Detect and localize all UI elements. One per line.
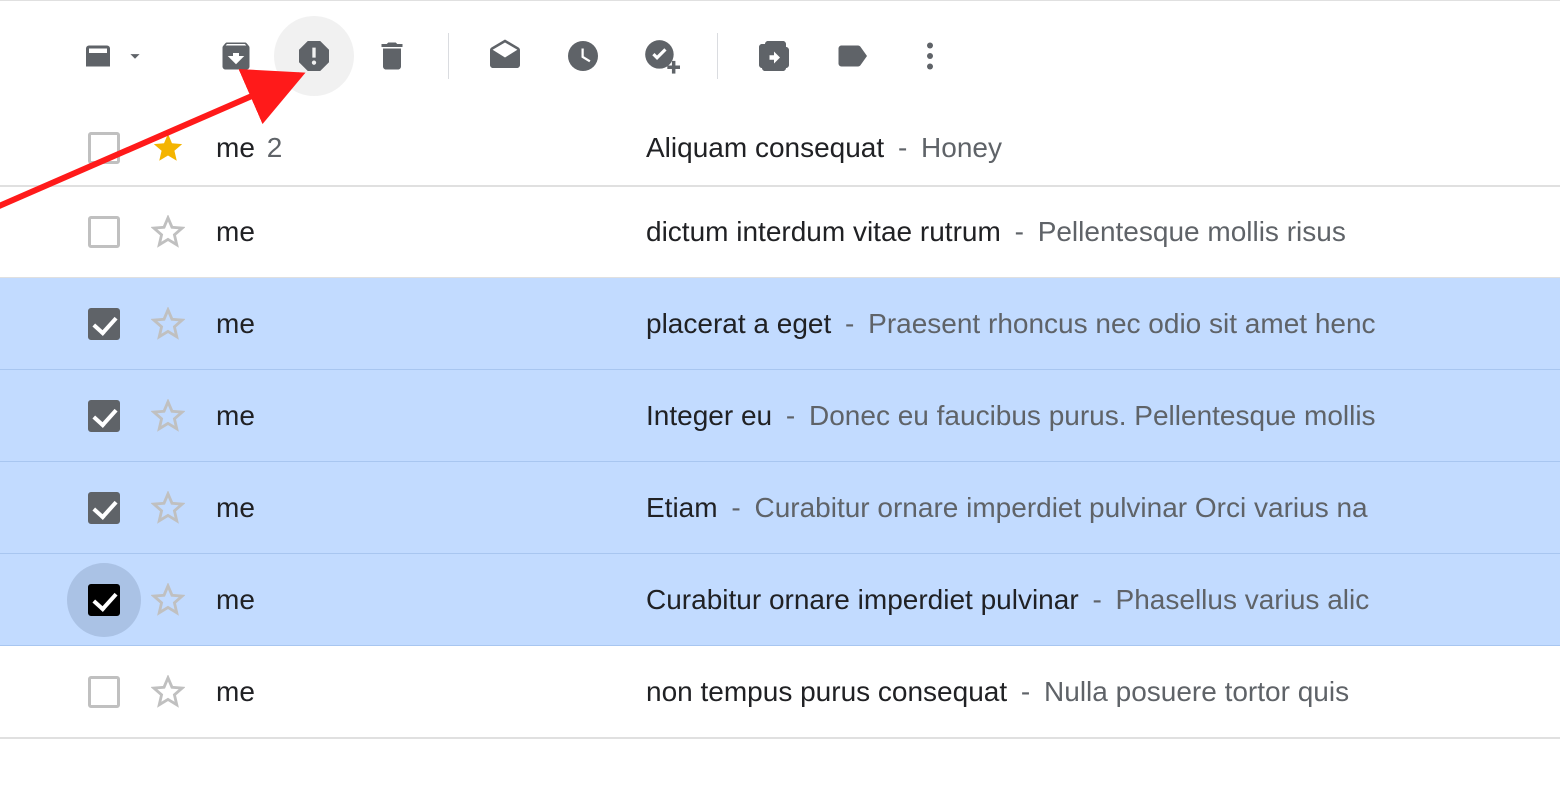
subject-separator: - bbox=[898, 132, 907, 163]
sender: me bbox=[216, 492, 646, 524]
move-to-icon bbox=[756, 38, 792, 74]
sender: me bbox=[216, 216, 646, 248]
thread-count: 2 bbox=[267, 132, 283, 163]
sender-name: me bbox=[216, 216, 255, 247]
bottom-spacer bbox=[0, 738, 1560, 808]
subject-text: non tempus purus consequat bbox=[646, 676, 1007, 707]
snippet-text: Phasellus varius alic bbox=[1116, 584, 1370, 615]
snippet-text: Nulla posuere tortor quis bbox=[1044, 676, 1349, 707]
email-row[interactable]: me non tempus purus consequat - Nulla pos… bbox=[0, 646, 1560, 738]
sender: me bbox=[216, 676, 646, 708]
snippet-text: Curabitur ornare imperdiet pulvinar Orci… bbox=[754, 492, 1367, 523]
mark-as-read-button[interactable] bbox=[475, 26, 535, 86]
star-icon[interactable] bbox=[146, 675, 190, 709]
delete-button[interactable] bbox=[362, 26, 422, 86]
label-icon bbox=[834, 38, 870, 74]
row-checkbox[interactable] bbox=[82, 486, 126, 530]
sender: me 2 bbox=[216, 132, 646, 164]
subject-separator: - bbox=[1015, 216, 1024, 247]
subject-separator: - bbox=[1021, 676, 1030, 707]
more-icon bbox=[912, 38, 948, 74]
subject-line: placerat a eget - Praesent rhoncus nec o… bbox=[646, 308, 1376, 340]
sender-name: me bbox=[216, 400, 255, 431]
sender-name: me bbox=[216, 492, 255, 523]
toolbar bbox=[0, 0, 1560, 110]
star-icon[interactable] bbox=[146, 215, 190, 249]
row-checkbox[interactable] bbox=[82, 670, 126, 714]
sender-name: me bbox=[216, 132, 255, 163]
subject-separator: - bbox=[786, 400, 795, 431]
sender-name: me bbox=[216, 308, 255, 339]
add-task-icon bbox=[642, 37, 680, 75]
subject-text: Integer eu bbox=[646, 400, 772, 431]
delete-icon bbox=[374, 38, 410, 74]
snooze-icon bbox=[565, 38, 601, 74]
toolbar-divider bbox=[448, 33, 449, 79]
row-checkbox[interactable] bbox=[82, 210, 126, 254]
add-to-tasks-button[interactable] bbox=[631, 26, 691, 86]
subject-text: Curabitur ornare imperdiet pulvinar bbox=[646, 584, 1079, 615]
subject-text: placerat a eget bbox=[646, 308, 831, 339]
subject-line: non tempus purus consequat - Nulla posue… bbox=[646, 676, 1349, 708]
archive-button[interactable] bbox=[206, 26, 266, 86]
snooze-button[interactable] bbox=[553, 26, 613, 86]
star-icon[interactable] bbox=[146, 131, 190, 165]
report-spam-icon bbox=[294, 36, 334, 76]
sender: me bbox=[216, 584, 646, 616]
subject-separator: - bbox=[731, 492, 740, 523]
star-icon[interactable] bbox=[146, 583, 190, 617]
row-checkbox[interactable] bbox=[82, 302, 126, 346]
subject-text: Aliquam consequat bbox=[646, 132, 884, 163]
dropdown-icon bbox=[124, 45, 146, 67]
sender: me bbox=[216, 400, 646, 432]
snippet-text: Honey bbox=[921, 132, 1002, 163]
email-row[interactable]: me Etiam - Curabitur ornare imperdiet pul… bbox=[0, 462, 1560, 554]
subject-separator: - bbox=[845, 308, 854, 339]
more-button[interactable] bbox=[900, 26, 960, 86]
subject-text: dictum interdum vitae rutrum bbox=[646, 216, 1001, 247]
snippet-text: Pellentesque mollis risus bbox=[1038, 216, 1346, 247]
email-row[interactable]: me dictum interdum vitae rutrum - Pellent… bbox=[0, 186, 1560, 278]
select-all-dropdown[interactable] bbox=[80, 38, 146, 74]
mark-read-icon bbox=[487, 38, 523, 74]
row-checkbox[interactable] bbox=[82, 126, 126, 170]
subject-line: Aliquam consequat - Honey bbox=[646, 132, 1002, 164]
snippet-text: Donec eu faucibus purus. Pellentesque mo… bbox=[809, 400, 1376, 431]
row-checkbox[interactable] bbox=[82, 394, 126, 438]
email-row[interactable]: me placerat a eget - Praesent rhoncus nec… bbox=[0, 278, 1560, 370]
sender: me bbox=[216, 308, 646, 340]
report-spam-button[interactable] bbox=[274, 16, 354, 96]
move-to-button[interactable] bbox=[744, 26, 804, 86]
sender-name: me bbox=[216, 676, 255, 707]
subject-text: Etiam bbox=[646, 492, 718, 523]
subject-line: Etiam - Curabitur ornare imperdiet pulvi… bbox=[646, 492, 1368, 524]
subject-line: Integer eu - Donec eu faucibus purus. Pe… bbox=[646, 400, 1376, 432]
snippet-text: Praesent rhoncus nec odio sit amet henc bbox=[868, 308, 1375, 339]
toolbar-divider-2 bbox=[717, 33, 718, 79]
email-list: me 2Aliquam consequat - Honeymedictum in… bbox=[0, 110, 1560, 738]
row-checkbox[interactable] bbox=[67, 563, 141, 637]
email-row[interactable]: me Integer eu - Donec eu faucibus purus. … bbox=[0, 370, 1560, 462]
sender-name: me bbox=[216, 584, 255, 615]
email-row[interactable]: me 2Aliquam consequat - Honey bbox=[0, 110, 1560, 186]
labels-button[interactable] bbox=[822, 26, 882, 86]
star-icon[interactable] bbox=[146, 307, 190, 341]
subject-line: Curabitur ornare imperdiet pulvinar - Ph… bbox=[646, 584, 1369, 616]
subject-separator: - bbox=[1092, 584, 1101, 615]
subject-line: dictum interdum vitae rutrum - Pellentes… bbox=[646, 216, 1346, 248]
star-icon[interactable] bbox=[146, 399, 190, 433]
email-row[interactable]: me Curabitur ornare imperdiet pulvinar - … bbox=[0, 554, 1560, 646]
archive-icon bbox=[218, 38, 254, 74]
star-icon[interactable] bbox=[146, 491, 190, 525]
select-icon bbox=[80, 38, 116, 74]
